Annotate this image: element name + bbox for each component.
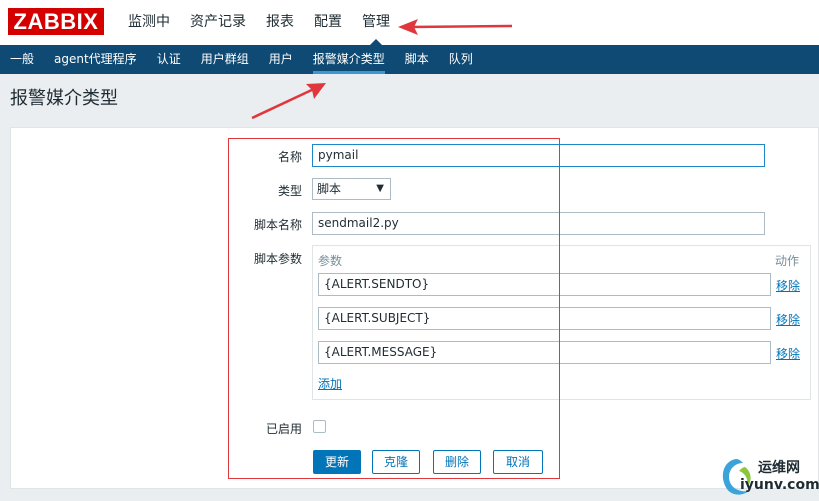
sub-menu-proxies[interactable]: agent代理程序 bbox=[44, 45, 147, 74]
main-menu: 监测中 资产记录 报表 配置 管理 bbox=[118, 0, 400, 45]
watermark-title: 运维网 bbox=[758, 460, 800, 476]
watermark-domain: iyunv.com bbox=[740, 477, 819, 493]
sub-menu-user-groups[interactable]: 用户群组 bbox=[191, 45, 259, 74]
main-menu-administration[interactable]: 管理 bbox=[352, 0, 400, 45]
action-column-header: 动作 bbox=[775, 254, 800, 268]
main-menu-inventory[interactable]: 资产记录 bbox=[180, 0, 256, 45]
sub-menu-authentication[interactable]: 认证 bbox=[147, 45, 191, 74]
main-menu-monitoring[interactable]: 监测中 bbox=[118, 0, 180, 45]
sub-menu-media-types[interactable]: 报警媒介类型 bbox=[303, 45, 395, 74]
param-remove-link[interactable]: 移除 bbox=[776, 277, 800, 294]
zabbix-logo[interactable]: ZABBIX bbox=[8, 8, 104, 35]
param-remove-link[interactable]: 移除 bbox=[776, 345, 800, 362]
annotation-highlight-box bbox=[228, 138, 560, 479]
sub-menu: 一般 agent代理程序 认证 用户群组 用户 报警媒介类型 脚本 队列 bbox=[0, 45, 819, 74]
top-bar: ZABBIX 监测中 资产记录 报表 配置 管理 bbox=[0, 0, 819, 45]
annotation-arrow-media-types bbox=[251, 83, 326, 120]
sub-menu-queue[interactable]: 队列 bbox=[439, 45, 483, 74]
sub-menu-scripts[interactable]: 脚本 bbox=[395, 45, 439, 74]
page-title: 报警媒介类型 bbox=[10, 88, 118, 109]
site-watermark: 运维网 iyunv.com bbox=[712, 453, 819, 501]
main-menu-reports[interactable]: 报表 bbox=[256, 0, 304, 45]
sub-menu-users[interactable]: 用户 bbox=[259, 45, 303, 74]
sub-menu-general[interactable]: 一般 bbox=[0, 45, 44, 74]
param-remove-link[interactable]: 移除 bbox=[776, 311, 800, 328]
main-menu-configuration[interactable]: 配置 bbox=[304, 0, 352, 45]
